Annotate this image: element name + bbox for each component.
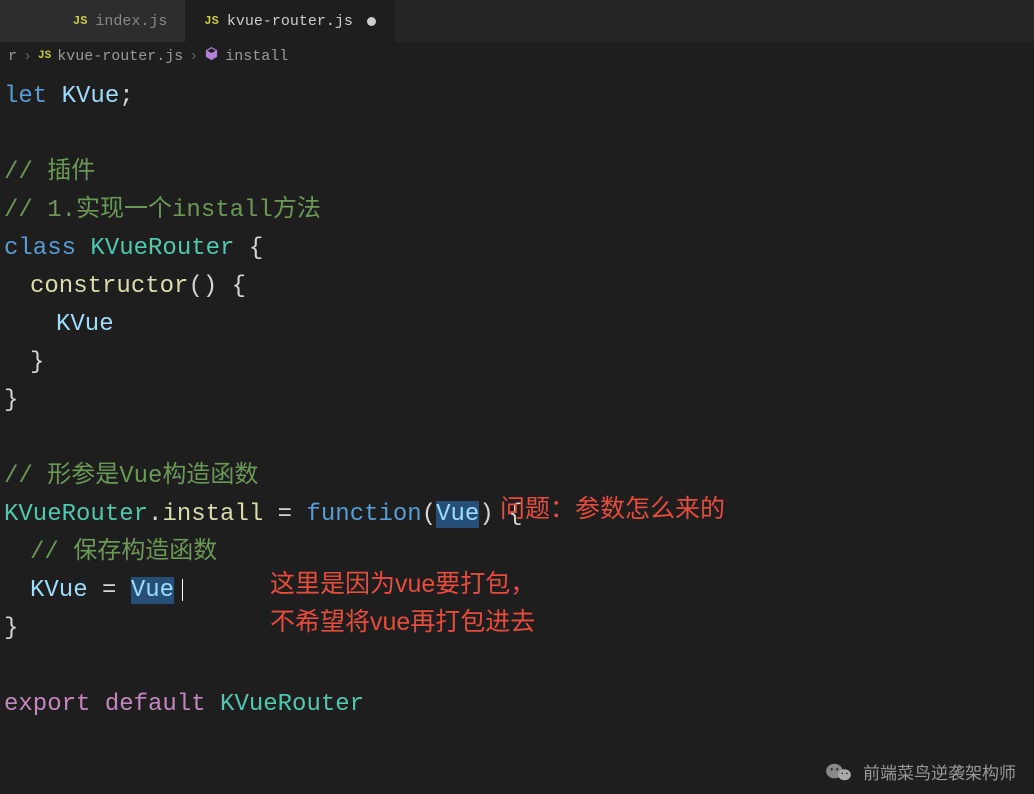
identifier: KVue — [62, 83, 120, 110]
brace: } — [4, 615, 18, 642]
watermark: 前端菜鸟逆袭架构师 — [825, 759, 1016, 784]
chevron-right-icon: › — [23, 48, 32, 65]
punct: { — [234, 235, 263, 262]
tab-label: index.js — [95, 13, 167, 30]
comment: // 形参是Vue构造函数 — [4, 463, 258, 490]
identifier: KVue — [56, 311, 114, 338]
watermark-text: 前端菜鸟逆袭架构师 — [863, 759, 1016, 784]
class-name: KVueRouter — [90, 235, 234, 262]
keyword: class — [4, 235, 76, 262]
method-icon — [204, 46, 219, 66]
breadcrumb-file: kvue-router.js — [57, 48, 183, 65]
punct: () { — [188, 273, 246, 300]
code-editor[interactable]: let KVue; // 插件 // 1.实现一个install方法 class… — [0, 70, 1034, 732]
punct: . — [148, 501, 162, 528]
editor-tabs: JS index.js JS kvue-router.js — [0, 0, 1034, 42]
brace: } — [4, 387, 18, 414]
keyword: export — [4, 691, 90, 718]
identifier: KVue — [30, 577, 88, 604]
js-icon: JS — [38, 50, 51, 62]
annotation-text: 问题：参数怎么来的 — [500, 490, 725, 528]
brace: } — [30, 349, 44, 376]
class-name: KVueRouter — [220, 691, 364, 718]
punct: ; — [119, 83, 133, 110]
punct: = — [263, 501, 306, 528]
keyword: default — [90, 691, 220, 718]
tab-label: kvue-router.js — [227, 13, 353, 30]
punct: = — [88, 577, 131, 604]
tab-index-js[interactable]: JS index.js — [55, 0, 186, 42]
annotation-text: 这里是因为vue要打包， 不希望将vue再打包进去 — [270, 565, 535, 641]
tab-kvue-router-js[interactable]: JS kvue-router.js — [186, 0, 394, 42]
method: install — [162, 501, 263, 528]
text-cursor-icon — [182, 579, 183, 601]
chevron-right-icon: › — [189, 48, 198, 65]
comment: // 保存构造函数 — [30, 539, 217, 566]
breadcrumb-part: r — [8, 48, 17, 65]
punct: ( — [422, 501, 436, 528]
constructor: constructor — [30, 273, 188, 300]
comment: // 1.实现一个install方法 — [4, 197, 321, 224]
keyword: let — [4, 83, 47, 110]
parameter: Vue — [436, 501, 479, 528]
breadcrumb-symbol: install — [225, 48, 288, 65]
modified-indicator-icon — [367, 17, 376, 26]
breadcrumb[interactable]: r › JS kvue-router.js › install — [0, 42, 1034, 70]
comment: // 插件 — [4, 159, 95, 186]
keyword: function — [306, 501, 421, 528]
identifier: Vue — [131, 577, 174, 604]
js-icon: JS — [73, 14, 87, 28]
class-name: KVueRouter — [4, 501, 148, 528]
wechat-icon — [825, 761, 853, 783]
js-icon: JS — [204, 14, 218, 28]
punct: ) — [479, 501, 493, 528]
